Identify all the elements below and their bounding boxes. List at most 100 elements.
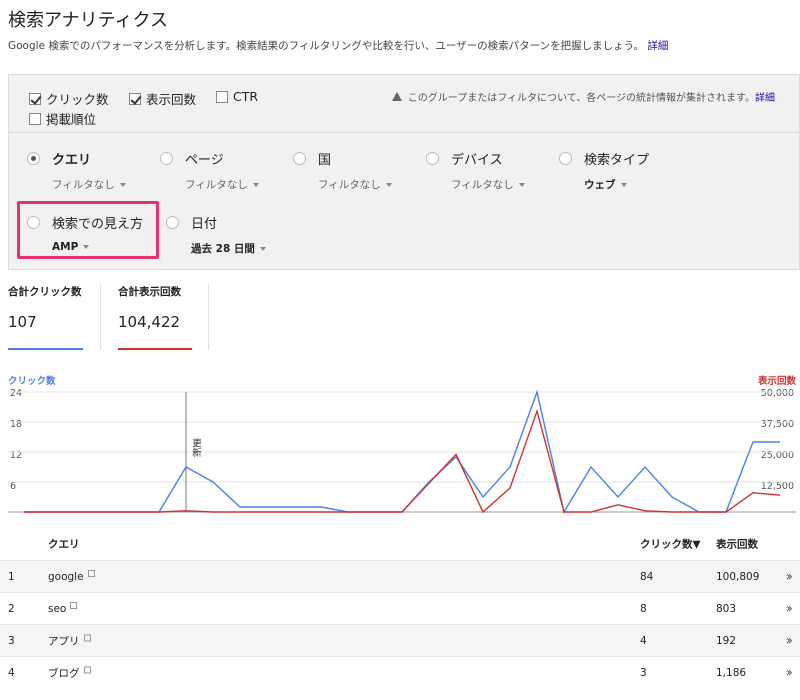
radio-query[interactable] xyxy=(27,152,40,165)
annotation-label: 更新 xyxy=(190,438,201,457)
scorecard-impressions[interactable]: 合計表示回数 104,422 xyxy=(118,284,192,350)
notice-text: このグループまたはフィルタについて、各ページの統計情報が集計されます。 xyxy=(407,93,755,104)
checkbox-position[interactable]: 掲載順位 xyxy=(29,109,96,128)
dimension-page-filter[interactable]: フィルタなし xyxy=(185,177,248,192)
checkbox-clicks[interactable]: クリック数 xyxy=(29,89,109,108)
table-row[interactable]: 4 ブログ 3 1,186 ›› xyxy=(0,656,800,688)
chevron-down-icon xyxy=(119,182,126,187)
checkbox-ctr[interactable]: CTR xyxy=(216,89,258,104)
external-link-icon[interactable] xyxy=(70,601,78,609)
page-title: 検索アナリティクス xyxy=(8,10,169,31)
dimension-search-type-label: 検索タイプ xyxy=(584,153,650,168)
row-query[interactable]: google xyxy=(48,569,95,583)
double-chevron-right-icon[interactable]: ›› xyxy=(786,665,794,680)
checkbox-clicks-label: クリック数 xyxy=(46,92,109,107)
table-row[interactable]: 2 seo 8 803 ›› xyxy=(0,592,800,624)
table-header: クエリ クリック数▼ 表示回数 xyxy=(0,528,800,560)
checkbox-position-label: 掲載順位 xyxy=(46,112,97,127)
checkbox-ctr-label: CTR xyxy=(233,89,259,104)
row-rank: 1 xyxy=(8,570,15,583)
description-text: Google 検索でのパフォーマンスを分析します。検索結果のフィルタリングや比較… xyxy=(8,40,645,52)
series-line-impressions xyxy=(24,408,781,514)
row-query[interactable]: ブログ xyxy=(48,665,91,680)
external-link-icon[interactable] xyxy=(83,634,91,641)
checkbox-ctr-box[interactable] xyxy=(216,90,228,103)
dimension-query-label: クエリ xyxy=(52,153,92,168)
table-row[interactable]: 3 アプリ 4 192 ›› xyxy=(0,624,800,656)
row-clicks: 8 xyxy=(640,602,647,615)
chevron-down-icon xyxy=(385,182,392,187)
chevron-down-icon xyxy=(620,182,627,187)
dimension-date[interactable]: 日付 過去 28 日間 xyxy=(166,213,266,256)
double-chevron-right-icon[interactable]: ›› xyxy=(786,633,794,648)
scorecard-divider xyxy=(208,284,209,350)
row-impressions: 192 xyxy=(716,634,737,647)
checkbox-clicks-box[interactable] xyxy=(29,92,41,105)
row-impressions: 803 xyxy=(716,602,737,615)
chevron-down-icon xyxy=(518,182,525,187)
column-header-clicks[interactable]: クリック数▼ xyxy=(640,537,701,552)
scorecard-clicks-bar xyxy=(8,348,83,350)
row-rank: 3 xyxy=(8,634,15,647)
row-rank: 2 xyxy=(8,602,15,615)
scorecard-impressions-label: 合計表示回数 xyxy=(118,286,181,298)
checkbox-position-box[interactable] xyxy=(29,112,41,125)
radio-country[interactable] xyxy=(293,152,306,165)
chevron-down-icon xyxy=(83,245,90,249)
performance-chart[interactable] xyxy=(0,380,800,520)
scorecard-clicks-value: 107 xyxy=(8,313,37,331)
row-rank: 4 xyxy=(8,666,15,679)
dimension-country[interactable]: 国 フィルタなし xyxy=(293,149,392,192)
dimension-search-type-filter[interactable]: ウェブ xyxy=(584,177,616,192)
dimension-search-type[interactable]: 検索タイプ ウェブ xyxy=(559,149,649,192)
external-link-icon[interactable] xyxy=(83,666,91,673)
column-header-impressions[interactable]: 表示回数 xyxy=(716,537,758,552)
checkbox-impressions[interactable]: 表示回数 xyxy=(129,89,196,108)
grouping-notice: このグループまたはフィルタについて、各ページの統計情報が集計されます。 詳細 xyxy=(391,89,775,104)
double-chevron-right-icon[interactable]: ›› xyxy=(786,569,794,584)
external-link-icon[interactable] xyxy=(87,569,95,577)
dimension-device-label: デバイス xyxy=(451,153,503,168)
dimension-query[interactable]: クエリ フィルタなし xyxy=(27,149,126,192)
dimension-query-filter[interactable]: フィルタなし xyxy=(52,177,115,192)
dimension-page-label: ページ xyxy=(185,153,224,168)
filter-panel: クリック数 表示回数 CTR 掲載順位 このグループまたはフィルタについて、各ペ… xyxy=(8,74,800,270)
metrics-row: クリック数 表示回数 CTR 掲載順位 このグループまたはフィルタについて、各ペ… xyxy=(9,75,799,133)
row-clicks: 4 xyxy=(640,634,647,647)
radio-search-type[interactable] xyxy=(559,152,572,165)
dimension-date-label: 日付 xyxy=(191,217,218,232)
row-impressions: 1,186 xyxy=(716,666,747,679)
dimension-country-label: 国 xyxy=(318,153,332,168)
radio-search-appearance[interactable] xyxy=(27,216,40,229)
dimension-country-filter[interactable]: フィルタなし xyxy=(318,177,381,192)
dimension-page[interactable]: ページ フィルタなし xyxy=(160,149,259,192)
scorecard-divider xyxy=(100,284,101,350)
radio-page[interactable] xyxy=(160,152,173,165)
chevron-down-icon xyxy=(259,246,266,251)
warning-icon xyxy=(391,92,402,101)
dimension-device-filter[interactable]: フィルタなし xyxy=(451,177,514,192)
dimension-search-appearance-filter[interactable]: AMP xyxy=(52,241,78,253)
scorecard-clicks-label: 合計クリック数 xyxy=(8,286,82,298)
radio-device[interactable] xyxy=(426,152,439,165)
checkbox-impressions-box[interactable] xyxy=(129,92,141,105)
row-clicks: 3 xyxy=(640,666,647,679)
radio-date[interactable] xyxy=(166,216,179,229)
dimension-date-filter[interactable]: 過去 28 日間 xyxy=(191,241,255,256)
row-query[interactable]: アプリ xyxy=(48,633,91,648)
scorecard-impressions-bar xyxy=(118,348,192,350)
chevron-down-icon xyxy=(252,182,259,187)
chart-grid xyxy=(8,391,796,513)
scorecard-impressions-value: 104,422 xyxy=(118,313,181,331)
row-clicks: 84 xyxy=(640,570,654,583)
table-row[interactable]: 1 google 84 100,809 ›› xyxy=(0,560,800,592)
page-description: Google 検索でのパフォーマンスを分析します。検索結果のフィルタリングや比較… xyxy=(8,38,668,53)
detail-link[interactable]: 詳細 xyxy=(647,40,668,52)
column-header-query[interactable]: クエリ xyxy=(48,537,80,552)
dimension-search-appearance[interactable]: 検索での見え方 AMP xyxy=(27,213,143,253)
notice-detail-link[interactable]: 詳細 xyxy=(755,89,775,104)
row-query[interactable]: seo xyxy=(48,601,78,615)
scorecard-clicks[interactable]: 合計クリック数 107 xyxy=(8,284,83,350)
dimension-device[interactable]: デバイス フィルタなし xyxy=(426,149,525,192)
double-chevron-right-icon[interactable]: ›› xyxy=(786,601,794,616)
